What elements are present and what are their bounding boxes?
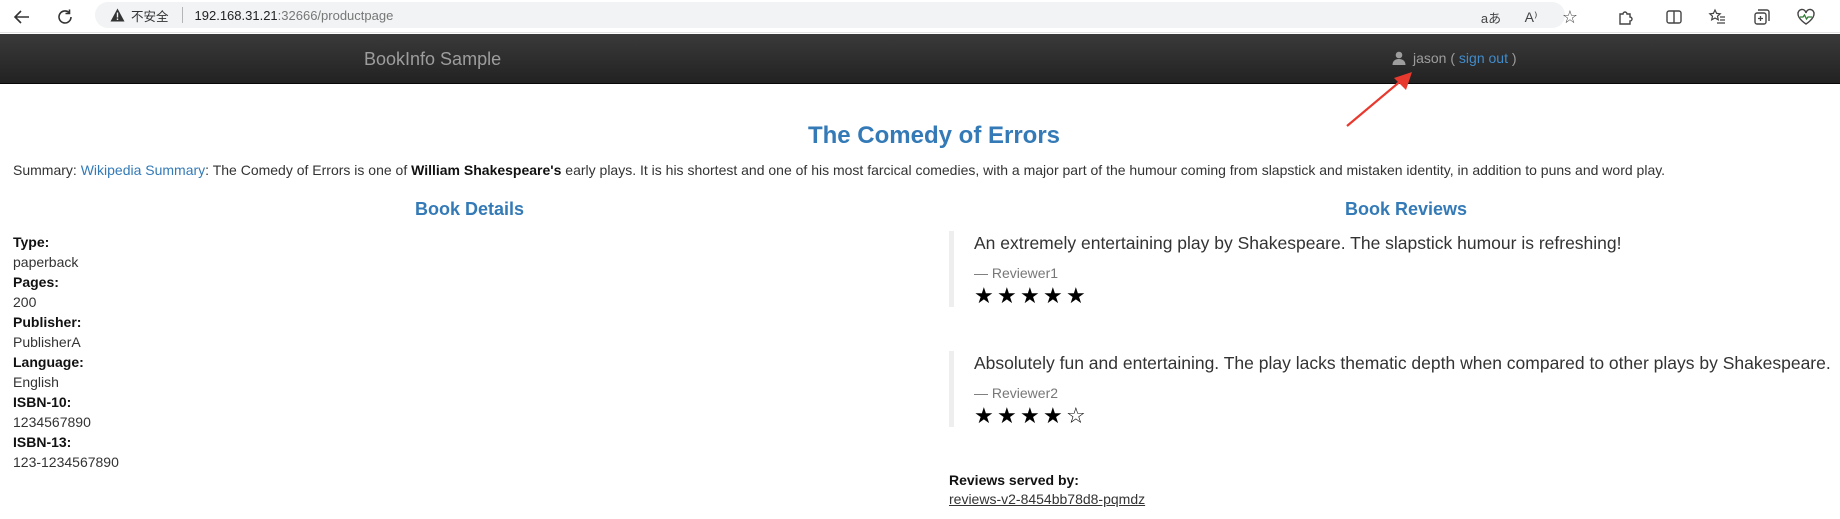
- book-details-heading: Book Details: [415, 199, 525, 219]
- summary-text-1: : The Comedy of Errors is one of: [205, 162, 412, 178]
- detail-value: 1234567890: [13, 414, 91, 430]
- detail-value: PublisherA: [13, 334, 81, 350]
- user-icon: [1392, 51, 1406, 65]
- translate-icon: aあ: [1480, 10, 1502, 26]
- read-aloud-button[interactable]: A⁾: [1517, 3, 1545, 31]
- star-filled-icon: ★: [997, 283, 1017, 308]
- star-outline-icon: ☆: [1561, 6, 1579, 27]
- read-aloud-icon: A⁾: [1524, 8, 1538, 25]
- detail-value: English: [13, 374, 59, 390]
- detail-label: Publisher:: [13, 314, 82, 330]
- browser-toolbar: 不安全 192.168.31.21:32666/productpage aあ A…: [0, 0, 1840, 33]
- summary-author: William Shakespeare's: [411, 162, 562, 178]
- star-rating: ★ ★ ★ ★ ☆: [974, 405, 1840, 427]
- paren-close: ): [1507, 50, 1517, 66]
- detail-value: 123-1234567890: [13, 454, 119, 470]
- split-screen-icon: [1666, 10, 1682, 24]
- reviewer-name: — Reviewer2: [974, 385, 1059, 401]
- star-filled-icon: ★: [1066, 283, 1086, 308]
- summary-label: Summary:: [13, 162, 81, 178]
- url-host: 192.168.31.21: [194, 7, 278, 23]
- book-details-list: Type: paperback Pages: 200 Publisher: Pu…: [13, 232, 119, 472]
- url-path: :32666/productpage: [277, 7, 394, 23]
- detail-label: ISBN-13:: [13, 434, 72, 450]
- star-empty-icon: ☆: [1066, 403, 1086, 428]
- reload-icon: [58, 9, 72, 24]
- star-filled-icon: ★: [974, 403, 994, 428]
- reload-button[interactable]: [50, 2, 80, 32]
- heart-pulse-icon: [1797, 8, 1815, 25]
- collections-icon: [1754, 9, 1770, 25]
- star-rating: ★ ★ ★ ★ ★: [974, 285, 1840, 307]
- puzzle-icon: [1619, 11, 1633, 25]
- detail-label: Type:: [13, 234, 50, 250]
- review-card: Absolutely fun and entertaining. The pla…: [949, 351, 1840, 427]
- wikipedia-summary-link[interactable]: Wikipedia Summary: [81, 162, 205, 178]
- paren-open: (: [1446, 50, 1459, 66]
- back-button[interactable]: [7, 2, 37, 32]
- detail-value: paperback: [13, 254, 79, 270]
- star-filled-icon: ★: [997, 403, 1017, 428]
- brand-title[interactable]: BookInfo Sample: [364, 49, 501, 70]
- sign-out-link[interactable]: sign out: [1459, 50, 1508, 66]
- extensions-button[interactable]: [1612, 3, 1640, 31]
- product-summary: Summary: Wikipedia Summary: The Comedy o…: [13, 162, 1665, 178]
- reviewer-name: — Reviewer1: [974, 265, 1059, 281]
- split-screen-button[interactable]: [1660, 3, 1688, 31]
- insecure-label: 不安全: [131, 8, 169, 24]
- address-bar[interactable]: 不安全 192.168.31.21:32666/productpage: [95, 2, 1565, 28]
- book-reviews-heading: Book Reviews: [1345, 199, 1468, 219]
- detail-label: ISBN-10:: [13, 394, 72, 410]
- star-filled-icon: ★: [974, 283, 994, 308]
- review-card: An extremely entertaining play by Shakes…: [949, 231, 1840, 307]
- app-navbar: BookInfo Sample jason ( sign out ): [0, 34, 1840, 84]
- summary-text-2: early plays. It is his shortest and one …: [561, 162, 1666, 178]
- review-text: An extremely entertaining play by Shakes…: [974, 233, 1622, 253]
- translate-button[interactable]: aあ: [1477, 3, 1505, 31]
- address-divider: [181, 7, 183, 23]
- favorites-button[interactable]: [1703, 3, 1731, 31]
- favorites-list-icon: [1708, 8, 1725, 24]
- star-filled-icon: ★: [1020, 403, 1040, 428]
- star-filled-icon: ★: [1020, 283, 1040, 308]
- detail-label: Language:: [13, 354, 84, 370]
- detail-value: 200: [13, 294, 37, 310]
- reviews-served-by: Reviews served by: reviews-v2-8454bb78d8…: [949, 472, 1145, 507]
- collections-button[interactable]: [1748, 3, 1776, 31]
- review-text: Absolutely fun and entertaining. The pla…: [974, 353, 1831, 373]
- favorite-button[interactable]: ☆: [1556, 3, 1584, 31]
- user-menu: jason ( sign out ): [1392, 50, 1517, 66]
- page-title: The Comedy of Errors: [807, 122, 1061, 149]
- served-by-label: Reviews served by:: [949, 472, 1079, 488]
- detail-label: Pages:: [13, 274, 59, 290]
- username: jason: [1413, 50, 1447, 66]
- warning-icon: [109, 7, 125, 23]
- served-by-pod-link[interactable]: reviews-v2-8454bb78d8-pqmdz: [949, 491, 1145, 507]
- star-filled-icon: ★: [1043, 403, 1063, 428]
- arrow-left-icon: [13, 10, 29, 24]
- browser-essentials-button[interactable]: [1792, 3, 1820, 31]
- star-filled-icon: ★: [1043, 283, 1063, 308]
